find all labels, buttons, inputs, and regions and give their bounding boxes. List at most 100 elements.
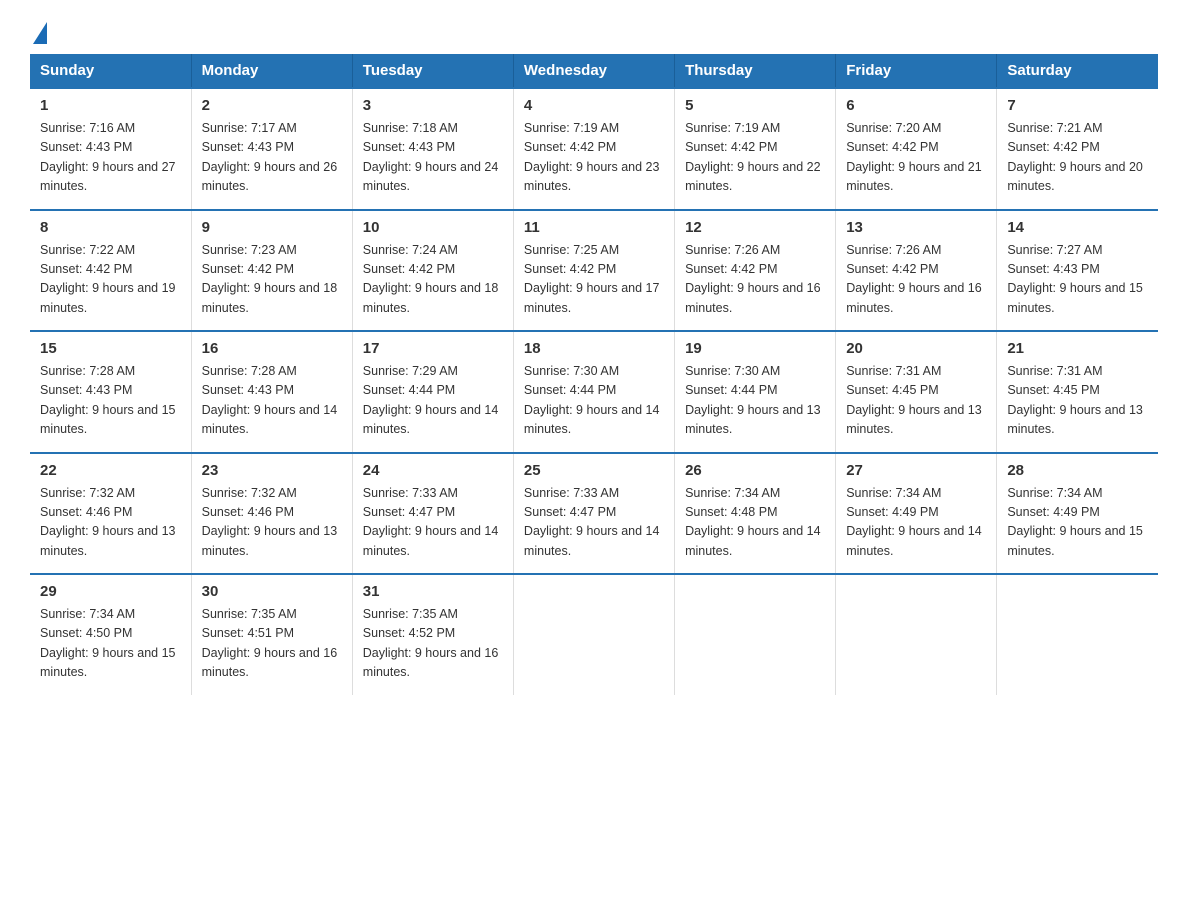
day-info: Sunrise: 7:19 AM Sunset: 4:42 PM Dayligh…	[524, 119, 664, 197]
calendar-day-cell: 18 Sunrise: 7:30 AM Sunset: 4:44 PM Dayl…	[513, 331, 674, 453]
calendar-weekday-header: Friday	[836, 54, 997, 88]
day-number: 26	[685, 462, 825, 479]
calendar-day-cell: 31 Sunrise: 7:35 AM Sunset: 4:52 PM Dayl…	[352, 574, 513, 695]
calendar-table: SundayMondayTuesdayWednesdayThursdayFrid…	[30, 54, 1158, 695]
calendar-day-cell: 28 Sunrise: 7:34 AM Sunset: 4:49 PM Dayl…	[997, 453, 1158, 575]
day-info: Sunrise: 7:34 AM Sunset: 4:48 PM Dayligh…	[685, 484, 825, 562]
day-info: Sunrise: 7:25 AM Sunset: 4:42 PM Dayligh…	[524, 241, 664, 319]
calendar-week-row: 29 Sunrise: 7:34 AM Sunset: 4:50 PM Dayl…	[30, 574, 1158, 695]
calendar-day-cell: 22 Sunrise: 7:32 AM Sunset: 4:46 PM Dayl…	[30, 453, 191, 575]
day-info: Sunrise: 7:34 AM Sunset: 4:49 PM Dayligh…	[1007, 484, 1148, 562]
day-number: 11	[524, 219, 664, 236]
day-number: 14	[1007, 219, 1148, 236]
calendar-weekday-header: Tuesday	[352, 54, 513, 88]
calendar-header-row: SundayMondayTuesdayWednesdayThursdayFrid…	[30, 54, 1158, 88]
day-number: 27	[846, 462, 986, 479]
calendar-day-cell: 11 Sunrise: 7:25 AM Sunset: 4:42 PM Dayl…	[513, 210, 674, 332]
calendar-weekday-header: Wednesday	[513, 54, 674, 88]
calendar-week-row: 1 Sunrise: 7:16 AM Sunset: 4:43 PM Dayli…	[30, 88, 1158, 210]
day-number: 12	[685, 219, 825, 236]
day-number: 2	[202, 97, 342, 114]
day-number: 25	[524, 462, 664, 479]
calendar-weekday-header: Sunday	[30, 54, 191, 88]
header	[30, 20, 1158, 44]
day-number: 5	[685, 97, 825, 114]
day-number: 15	[40, 340, 181, 357]
day-info: Sunrise: 7:22 AM Sunset: 4:42 PM Dayligh…	[40, 241, 181, 319]
day-info: Sunrise: 7:34 AM Sunset: 4:50 PM Dayligh…	[40, 605, 181, 683]
calendar-day-cell: 12 Sunrise: 7:26 AM Sunset: 4:42 PM Dayl…	[675, 210, 836, 332]
calendar-day-cell: 23 Sunrise: 7:32 AM Sunset: 4:46 PM Dayl…	[191, 453, 352, 575]
day-info: Sunrise: 7:30 AM Sunset: 4:44 PM Dayligh…	[524, 362, 664, 440]
day-number: 30	[202, 583, 342, 600]
calendar-day-cell: 2 Sunrise: 7:17 AM Sunset: 4:43 PM Dayli…	[191, 88, 352, 210]
calendar-day-cell: 26 Sunrise: 7:34 AM Sunset: 4:48 PM Dayl…	[675, 453, 836, 575]
calendar-day-cell: 10 Sunrise: 7:24 AM Sunset: 4:42 PM Dayl…	[352, 210, 513, 332]
day-info: Sunrise: 7:30 AM Sunset: 4:44 PM Dayligh…	[685, 362, 825, 440]
day-number: 7	[1007, 97, 1148, 114]
day-info: Sunrise: 7:33 AM Sunset: 4:47 PM Dayligh…	[363, 484, 503, 562]
day-number: 3	[363, 97, 503, 114]
day-info: Sunrise: 7:19 AM Sunset: 4:42 PM Dayligh…	[685, 119, 825, 197]
day-info: Sunrise: 7:26 AM Sunset: 4:42 PM Dayligh…	[846, 241, 986, 319]
calendar-day-cell: 14 Sunrise: 7:27 AM Sunset: 4:43 PM Dayl…	[997, 210, 1158, 332]
calendar-day-cell: 20 Sunrise: 7:31 AM Sunset: 4:45 PM Dayl…	[836, 331, 997, 453]
calendar-day-cell: 7 Sunrise: 7:21 AM Sunset: 4:42 PM Dayli…	[997, 88, 1158, 210]
day-info: Sunrise: 7:17 AM Sunset: 4:43 PM Dayligh…	[202, 119, 342, 197]
calendar-day-cell: 4 Sunrise: 7:19 AM Sunset: 4:42 PM Dayli…	[513, 88, 674, 210]
day-info: Sunrise: 7:32 AM Sunset: 4:46 PM Dayligh…	[202, 484, 342, 562]
day-number: 20	[846, 340, 986, 357]
logo	[30, 20, 49, 44]
calendar-day-cell	[513, 574, 674, 695]
day-info: Sunrise: 7:35 AM Sunset: 4:51 PM Dayligh…	[202, 605, 342, 683]
calendar-week-row: 15 Sunrise: 7:28 AM Sunset: 4:43 PM Dayl…	[30, 331, 1158, 453]
calendar-day-cell	[836, 574, 997, 695]
day-number: 22	[40, 462, 181, 479]
calendar-day-cell: 13 Sunrise: 7:26 AM Sunset: 4:42 PM Dayl…	[836, 210, 997, 332]
day-info: Sunrise: 7:28 AM Sunset: 4:43 PM Dayligh…	[202, 362, 342, 440]
calendar-day-cell: 30 Sunrise: 7:35 AM Sunset: 4:51 PM Dayl…	[191, 574, 352, 695]
day-info: Sunrise: 7:26 AM Sunset: 4:42 PM Dayligh…	[685, 241, 825, 319]
day-info: Sunrise: 7:34 AM Sunset: 4:49 PM Dayligh…	[846, 484, 986, 562]
calendar-day-cell: 25 Sunrise: 7:33 AM Sunset: 4:47 PM Dayl…	[513, 453, 674, 575]
day-info: Sunrise: 7:33 AM Sunset: 4:47 PM Dayligh…	[524, 484, 664, 562]
day-info: Sunrise: 7:35 AM Sunset: 4:52 PM Dayligh…	[363, 605, 503, 683]
day-info: Sunrise: 7:24 AM Sunset: 4:42 PM Dayligh…	[363, 241, 503, 319]
day-info: Sunrise: 7:29 AM Sunset: 4:44 PM Dayligh…	[363, 362, 503, 440]
day-info: Sunrise: 7:32 AM Sunset: 4:46 PM Dayligh…	[40, 484, 181, 562]
day-info: Sunrise: 7:20 AM Sunset: 4:42 PM Dayligh…	[846, 119, 986, 197]
calendar-day-cell: 29 Sunrise: 7:34 AM Sunset: 4:50 PM Dayl…	[30, 574, 191, 695]
day-number: 28	[1007, 462, 1148, 479]
day-number: 24	[363, 462, 503, 479]
day-number: 31	[363, 583, 503, 600]
calendar-day-cell	[997, 574, 1158, 695]
day-number: 17	[363, 340, 503, 357]
calendar-day-cell	[675, 574, 836, 695]
day-info: Sunrise: 7:28 AM Sunset: 4:43 PM Dayligh…	[40, 362, 181, 440]
calendar-day-cell: 1 Sunrise: 7:16 AM Sunset: 4:43 PM Dayli…	[30, 88, 191, 210]
day-info: Sunrise: 7:16 AM Sunset: 4:43 PM Dayligh…	[40, 119, 181, 197]
day-number: 8	[40, 219, 181, 236]
calendar-day-cell: 19 Sunrise: 7:30 AM Sunset: 4:44 PM Dayl…	[675, 331, 836, 453]
day-info: Sunrise: 7:31 AM Sunset: 4:45 PM Dayligh…	[846, 362, 986, 440]
day-number: 23	[202, 462, 342, 479]
logo-triangle-icon	[33, 22, 47, 44]
day-number: 13	[846, 219, 986, 236]
day-number: 4	[524, 97, 664, 114]
calendar-weekday-header: Thursday	[675, 54, 836, 88]
calendar-week-row: 8 Sunrise: 7:22 AM Sunset: 4:42 PM Dayli…	[30, 210, 1158, 332]
day-number: 18	[524, 340, 664, 357]
day-info: Sunrise: 7:31 AM Sunset: 4:45 PM Dayligh…	[1007, 362, 1148, 440]
day-info: Sunrise: 7:27 AM Sunset: 4:43 PM Dayligh…	[1007, 241, 1148, 319]
calendar-day-cell: 27 Sunrise: 7:34 AM Sunset: 4:49 PM Dayl…	[836, 453, 997, 575]
day-number: 1	[40, 97, 181, 114]
calendar-day-cell: 5 Sunrise: 7:19 AM Sunset: 4:42 PM Dayli…	[675, 88, 836, 210]
day-number: 29	[40, 583, 181, 600]
day-number: 10	[363, 219, 503, 236]
calendar-day-cell: 3 Sunrise: 7:18 AM Sunset: 4:43 PM Dayli…	[352, 88, 513, 210]
calendar-day-cell: 17 Sunrise: 7:29 AM Sunset: 4:44 PM Dayl…	[352, 331, 513, 453]
day-number: 9	[202, 219, 342, 236]
day-number: 19	[685, 340, 825, 357]
day-number: 6	[846, 97, 986, 114]
calendar-day-cell: 15 Sunrise: 7:28 AM Sunset: 4:43 PM Dayl…	[30, 331, 191, 453]
